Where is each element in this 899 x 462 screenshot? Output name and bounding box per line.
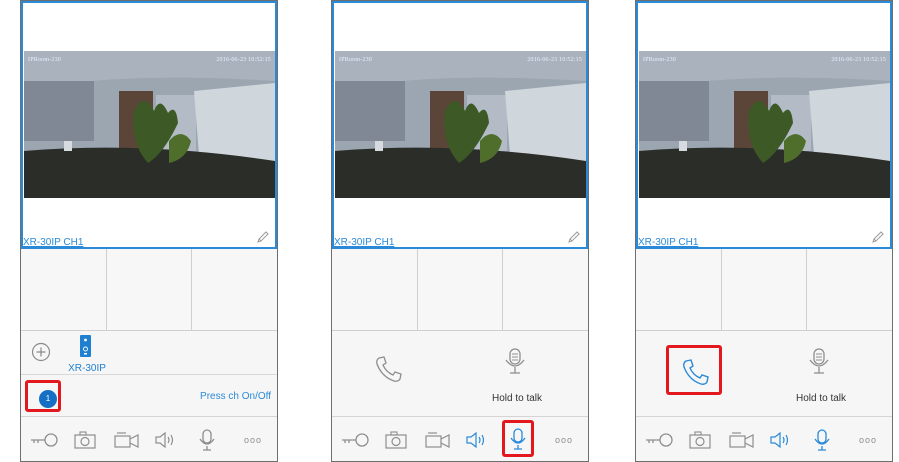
grid-cell[interactable]	[21, 249, 107, 330]
grid-cell[interactable]	[418, 249, 504, 330]
hangup-button[interactable]	[362, 345, 418, 395]
record-icon	[425, 431, 450, 448]
key-icon	[646, 432, 673, 447]
speaker-icon	[770, 431, 789, 448]
talk-area: Hold to talk	[332, 331, 588, 416]
snapshot-button[interactable]	[69, 417, 101, 461]
device-item[interactable]: XR-30IP	[67, 335, 106, 375]
channel-bar: 1 Press ch On/Off	[21, 376, 277, 416]
edit-icon[interactable]	[566, 229, 582, 245]
speaker-button[interactable]	[764, 417, 796, 461]
talk-area: Hold to talk	[636, 331, 892, 416]
hangup-button[interactable]	[666, 345, 722, 395]
speaker-button[interactable]	[460, 417, 492, 461]
grid-cell[interactable]	[807, 249, 892, 330]
camera-icon	[385, 430, 407, 449]
key-button[interactable]	[336, 417, 374, 461]
camera-icon	[74, 430, 96, 449]
hold-to-talk-label: Hold to talk	[795, 393, 847, 404]
record-button[interactable]	[109, 417, 145, 461]
key-icon	[342, 432, 369, 447]
plus-icon[interactable]	[31, 342, 51, 362]
osd-timestamp: 2016-06-23 10:52:15	[527, 57, 582, 63]
microphone-icon[interactable]	[808, 348, 830, 374]
hangup-icon	[376, 356, 402, 382]
osd-timestamp: 2016-06-23 10:52:15	[216, 57, 271, 63]
key-button[interactable]	[25, 417, 63, 461]
grid-cell[interactable]	[636, 249, 722, 330]
osd-camera-name: IPRoom-230	[339, 57, 373, 63]
channel-grid	[332, 249, 588, 331]
camera-label[interactable]: XR-30IP CH1	[23, 237, 83, 249]
hold-to-talk-label: Hold to talk	[491, 393, 543, 404]
microphone-icon[interactable]	[504, 348, 526, 374]
intercom-device-icon	[80, 335, 91, 357]
speaker-icon	[155, 431, 174, 448]
channel-button-highlight[interactable]: 1	[25, 380, 61, 412]
device-label: XR-30IP	[68, 363, 106, 374]
more-icon[interactable]: ooo	[235, 417, 271, 461]
record-icon	[729, 431, 754, 448]
grid-cell[interactable]	[503, 249, 588, 330]
toolbar: ooo	[21, 416, 277, 461]
video-area[interactable]: IPRoom-230 2016-06-23 10:52:15 XR-30IP C…	[332, 1, 588, 249]
channel-number: 1	[39, 390, 57, 408]
grid-cell[interactable]	[192, 249, 277, 330]
edit-icon[interactable]	[255, 229, 271, 245]
grid-cell[interactable]	[722, 249, 808, 330]
camera-feed: IPRoom-230 2016-06-23 10:52:15	[335, 51, 586, 198]
osd-timestamp: 2016-06-23 10:52:15	[831, 57, 886, 63]
record-icon	[114, 431, 139, 448]
speaker-icon	[466, 431, 485, 448]
channel-grid	[636, 249, 892, 331]
more-icon[interactable]: ooo	[850, 417, 886, 461]
phone-screen-2: IPRoom-230 2016-06-23 10:52:15 XR-30IP C…	[331, 0, 589, 462]
channel-grid	[21, 249, 277, 331]
grid-cell[interactable]	[107, 249, 193, 330]
microphone-button[interactable]	[502, 420, 534, 457]
microphone-icon	[510, 427, 526, 450]
phone-screen-3: IPRoom-230 2016-06-23 10:52:15 XR-30IP C…	[635, 0, 893, 462]
hangup-icon	[683, 359, 709, 385]
phone-screen-1: IPRoom-230 2016-06-23 10:52:15 XR-30IP C…	[20, 0, 278, 462]
camera-icon	[689, 430, 711, 449]
more-icon[interactable]: ooo	[546, 417, 582, 461]
grid-cell[interactable]	[332, 249, 418, 330]
key-button[interactable]	[640, 417, 678, 461]
osd-camera-name: IPRoom-230	[28, 57, 62, 63]
microphone-button[interactable]	[191, 417, 223, 461]
speaker-button[interactable]	[149, 417, 181, 461]
toolbar: ooo	[636, 416, 892, 461]
key-icon	[31, 432, 58, 447]
camera-label[interactable]: XR-30IP CH1	[334, 237, 394, 249]
microphone-icon	[199, 428, 215, 451]
osd-camera-name: IPRoom-230	[643, 57, 677, 63]
video-area[interactable]: IPRoom-230 2016-06-23 10:52:15 XR-30IP C…	[21, 1, 277, 249]
edit-icon[interactable]	[870, 229, 886, 245]
record-button[interactable]	[420, 417, 456, 461]
toolbar: ooo	[332, 416, 588, 461]
camera-feed: IPRoom-230 2016-06-23 10:52:15	[24, 51, 275, 198]
snapshot-button[interactable]	[684, 417, 716, 461]
microphone-icon	[814, 428, 830, 451]
camera-feed: IPRoom-230 2016-06-23 10:52:15	[639, 51, 890, 198]
microphone-button[interactable]	[806, 417, 838, 461]
record-button[interactable]	[724, 417, 760, 461]
snapshot-button[interactable]	[380, 417, 412, 461]
camera-label[interactable]: XR-30IP CH1	[638, 237, 698, 249]
device-bar: XR-30IP	[21, 331, 277, 375]
video-area[interactable]: IPRoom-230 2016-06-23 10:52:15 XR-30IP C…	[636, 1, 892, 249]
channel-hint: Press ch On/Off	[200, 391, 271, 402]
